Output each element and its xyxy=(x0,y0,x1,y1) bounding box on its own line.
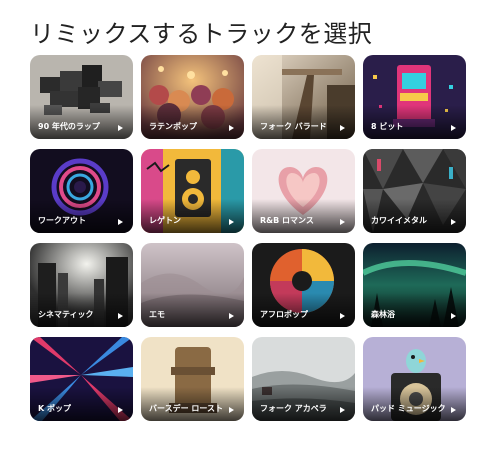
track-card-folk-acapella[interactable]: フォーク アカペラ xyxy=(252,337,355,421)
play-icon[interactable] xyxy=(118,125,123,131)
play-icon[interactable] xyxy=(340,313,345,319)
track-card-folk-ballad[interactable]: フォーク バラード xyxy=(252,55,355,139)
track-label: フォーク アカペラ xyxy=(260,404,327,413)
track-label: シネマティック xyxy=(38,310,94,319)
track-label: エモ xyxy=(149,310,165,319)
play-icon[interactable] xyxy=(229,407,234,413)
track-label: レゲトン xyxy=(149,216,181,225)
play-icon[interactable] xyxy=(118,313,123,319)
remix-track-picker: リミックスするトラックを選択 90 年代のラップ ラテンポップ フォーク バラー… xyxy=(0,0,500,451)
track-label: バースデー ロースト xyxy=(149,404,223,413)
track-card-latin-pop[interactable]: ラテンポップ xyxy=(141,55,244,139)
track-label: フォーク バラード xyxy=(260,122,327,131)
track-card-birthday-roast[interactable]: バースデー ロースト xyxy=(141,337,244,421)
play-icon[interactable] xyxy=(229,313,234,319)
track-card-forest-bathing[interactable]: 森林浴 xyxy=(363,243,466,327)
play-icon[interactable] xyxy=(229,219,234,225)
play-icon[interactable] xyxy=(451,407,456,413)
track-label: ラテンポップ xyxy=(149,122,197,131)
play-icon[interactable] xyxy=(118,407,123,413)
track-card-emo[interactable]: エモ xyxy=(141,243,244,327)
track-card-kpop[interactable]: K ポップ xyxy=(30,337,133,421)
track-card-workout[interactable]: ワークアウト xyxy=(30,149,133,233)
track-label: 90 年代のラップ xyxy=(38,122,100,131)
play-icon[interactable] xyxy=(229,125,234,131)
track-card-8bit[interactable]: 8 ビット xyxy=(363,55,466,139)
track-label: R&B ロマンス xyxy=(260,216,314,225)
track-label: 8 ビット xyxy=(371,122,404,131)
play-icon[interactable] xyxy=(340,407,345,413)
track-card-reggaeton[interactable]: レゲトン xyxy=(141,149,244,233)
track-card-pad-music[interactable]: パッド ミュージック xyxy=(363,337,466,421)
play-icon[interactable] xyxy=(451,219,456,225)
track-card-kawaii-metal[interactable]: カワイイメタル xyxy=(363,149,466,233)
play-icon[interactable] xyxy=(451,125,456,131)
play-icon[interactable] xyxy=(340,125,345,131)
track-label: K ポップ xyxy=(38,404,71,413)
page-title: リミックスするトラックを選択 xyxy=(30,20,373,48)
track-label: 森林浴 xyxy=(371,310,395,319)
track-card-cinematic[interactable]: シネマティック xyxy=(30,243,133,327)
track-card-rnb-romance[interactable]: R&B ロマンス xyxy=(252,149,355,233)
play-icon[interactable] xyxy=(340,219,345,225)
play-icon[interactable] xyxy=(118,219,123,225)
track-label: ワークアウト xyxy=(38,216,86,225)
track-label: アフロポップ xyxy=(260,310,308,319)
track-card-afropop[interactable]: アフロポップ xyxy=(252,243,355,327)
play-icon[interactable] xyxy=(451,313,456,319)
track-label: パッド ミュージック xyxy=(371,404,446,413)
track-card-90s-rap[interactable]: 90 年代のラップ xyxy=(30,55,133,139)
track-label: カワイイメタル xyxy=(371,216,427,225)
